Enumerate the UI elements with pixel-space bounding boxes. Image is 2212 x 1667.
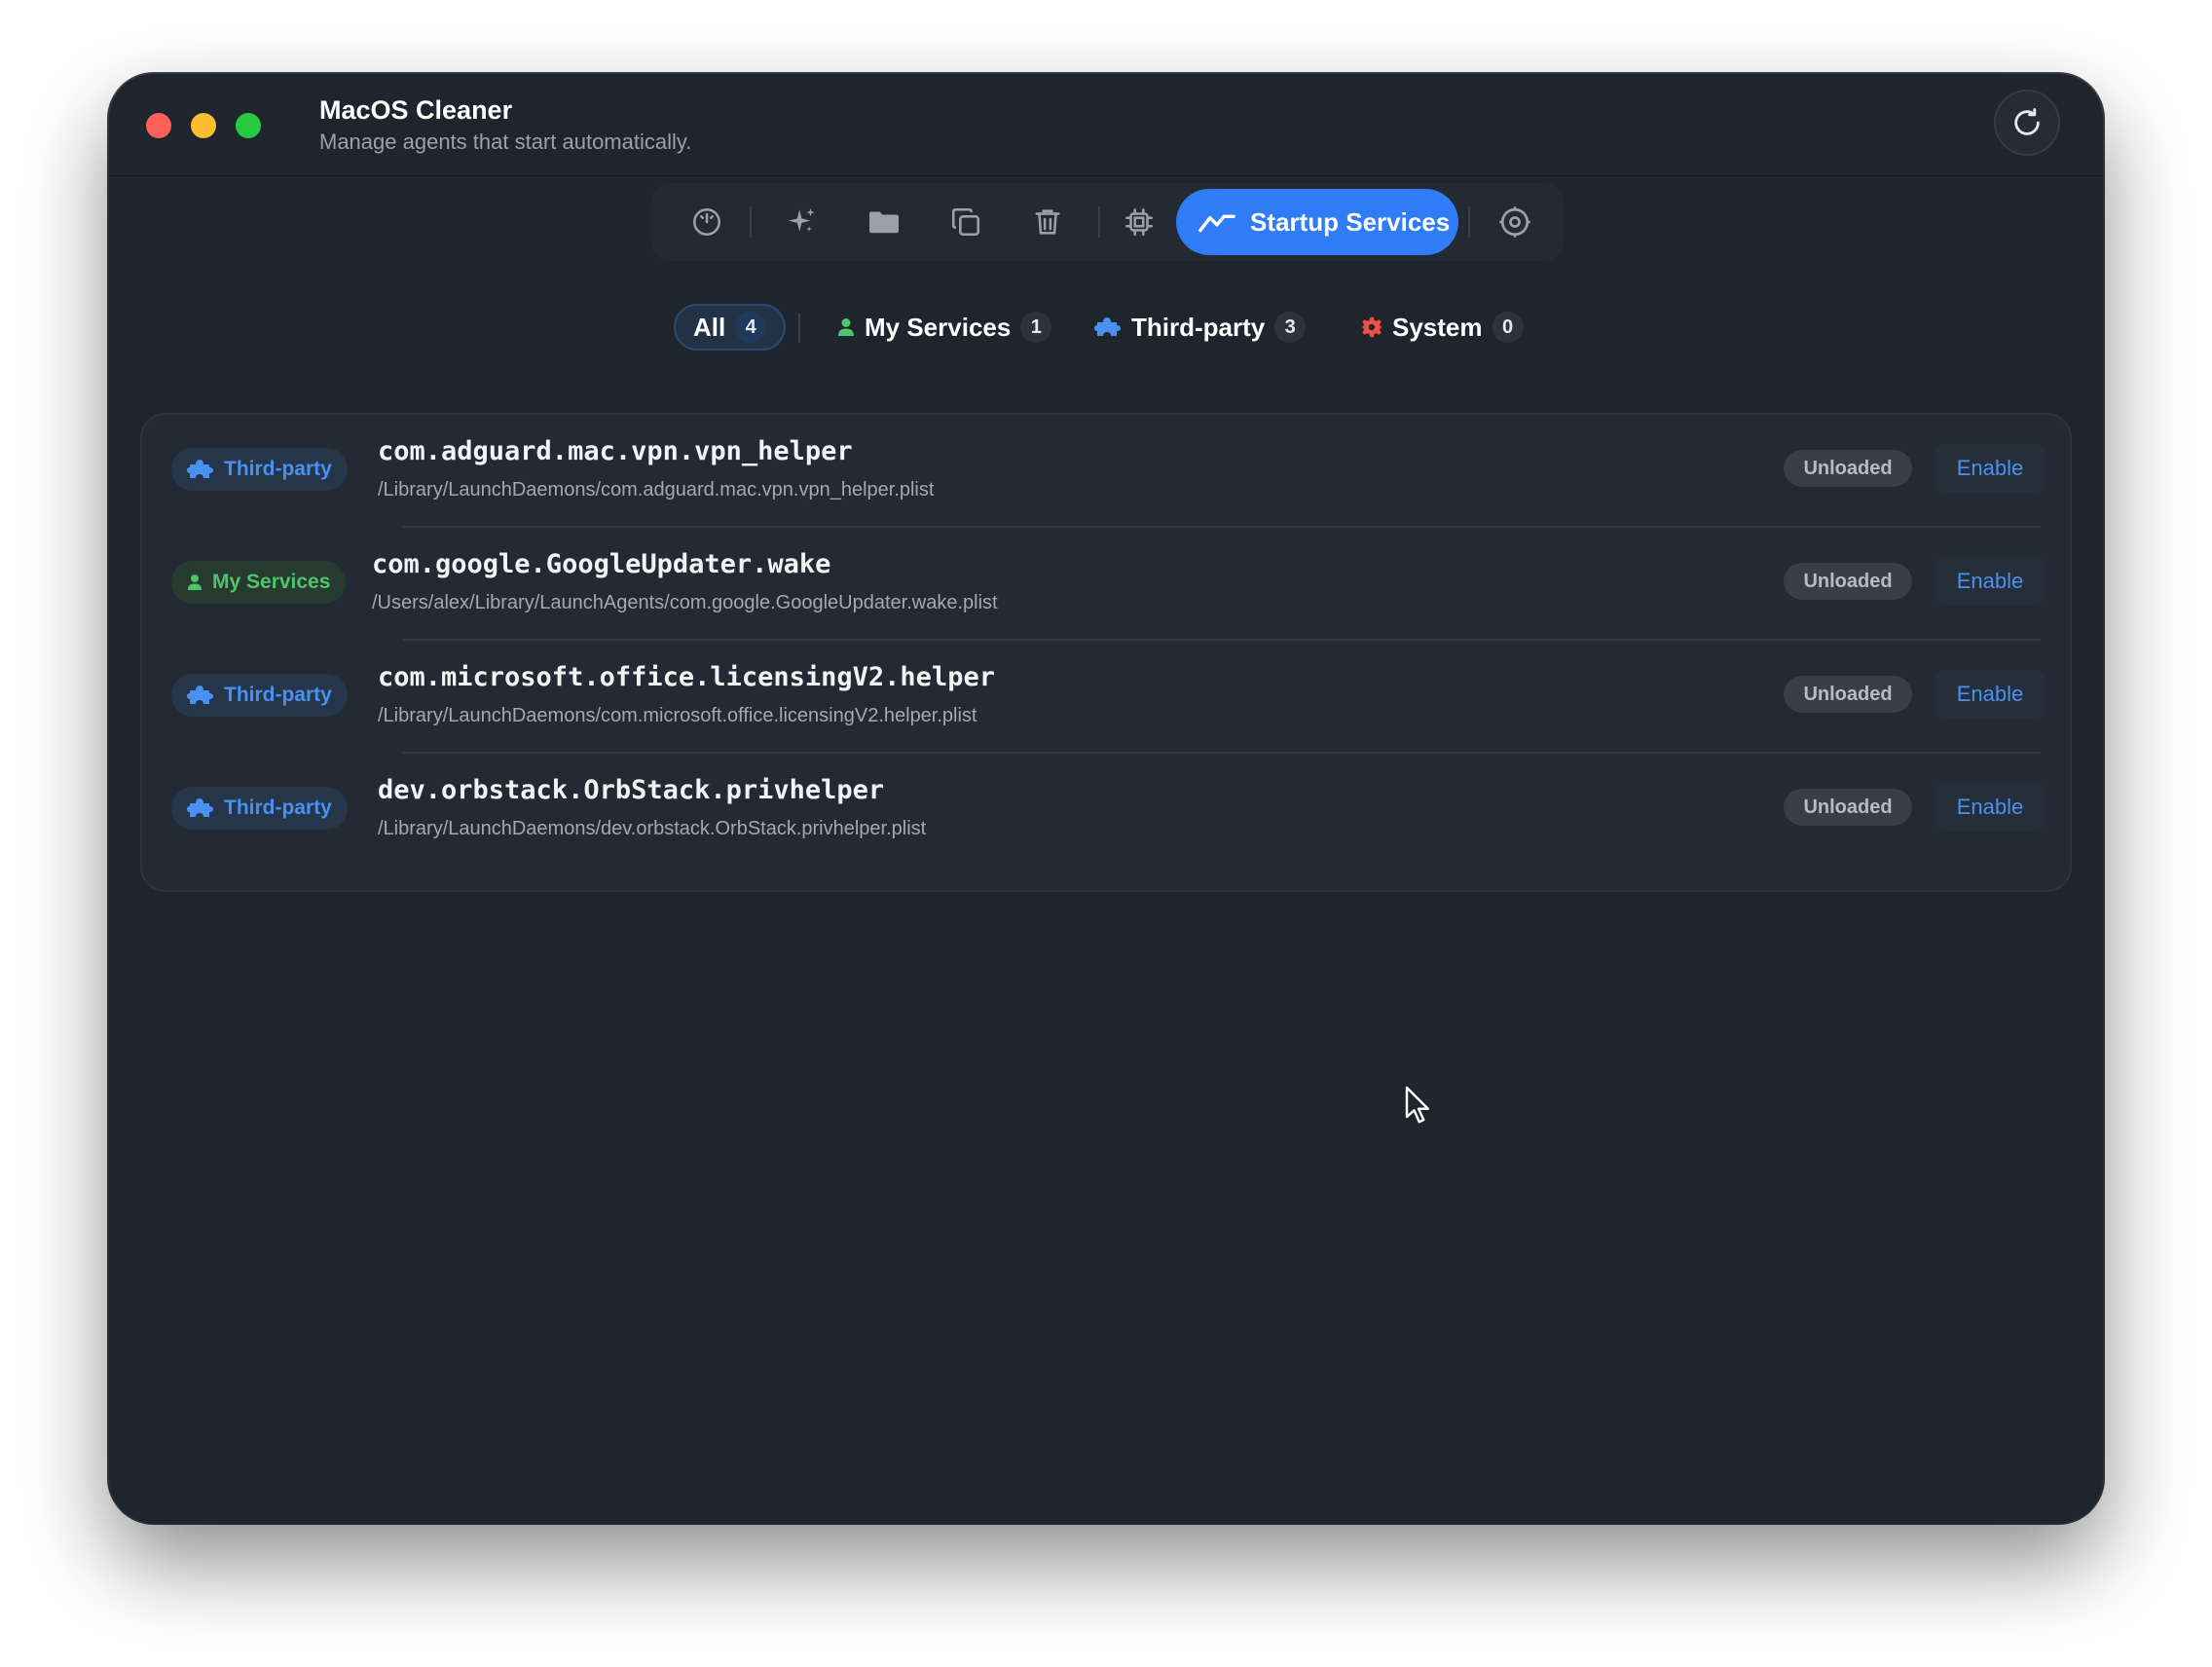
filter-system[interactable]: System 0 (1361, 304, 1524, 351)
service-name: com.google.GoogleUpdater.wake (372, 549, 831, 579)
puzzle-icon (187, 798, 213, 817)
status-badge: Unloaded (1784, 450, 1912, 487)
service-path: /Library/LaunchDaemons/com.adguard.mac.v… (378, 479, 935, 500)
status-badge: Unloaded (1784, 563, 1912, 600)
category-badge: Third-party (171, 448, 348, 491)
filter-label: My Services (865, 312, 1012, 342)
toolbar-item-settings[interactable] (1486, 193, 1544, 251)
service-path: /Library/LaunchDaemons/dev.orbstack.OrbS… (378, 818, 927, 839)
person-icon (187, 574, 203, 590)
toolbar-item-files[interactable] (855, 193, 913, 251)
toolbar-item-uninstaller[interactable] (1018, 193, 1077, 251)
waveform-icon (1198, 214, 1235, 233)
category-badge: Third-party (171, 787, 348, 830)
toolbar-separator (1468, 206, 1470, 238)
service-path: /Users/alex/Library/LaunchAgents/com.goo… (372, 592, 998, 613)
service-name: com.microsoft.office.licensingV2.helper (378, 662, 995, 692)
toolbar-active-label: Startup Services (1250, 206, 1451, 237)
service-path: /Library/LaunchDaemons/com.microsoft.off… (378, 705, 977, 726)
app-subtitle: Manage agents that start automatically. (319, 130, 692, 154)
toolbar-item-duplicates[interactable] (937, 193, 995, 251)
gear-icon (1499, 206, 1530, 238)
service-row: My Services com.google.GoogleUpdater.wak… (142, 528, 2070, 641)
enable-button[interactable]: Enable (1936, 444, 2045, 493)
filter-count: 0 (1492, 312, 1524, 343)
filter-separator (798, 314, 800, 343)
person-icon (838, 318, 854, 336)
services-list: Third-party com.adguard.mac.vpn.vpn_help… (140, 413, 2072, 892)
puzzle-icon (187, 460, 213, 478)
zoom-window-button[interactable] (236, 113, 261, 138)
puzzle-icon (1094, 317, 1121, 336)
category-label: My Services (212, 571, 331, 593)
toolbar-item-dashboard[interactable] (678, 193, 736, 251)
titlebar-divider (109, 175, 2103, 176)
service-row: Third-party com.adguard.mac.vpn.vpn_help… (142, 415, 2070, 528)
category-badge: Third-party (171, 674, 348, 717)
filter-bar: All 4 My Services 1 Third-party 3 System (109, 304, 2103, 354)
gauge-icon (692, 207, 721, 237)
category-badge: My Services (171, 561, 347, 604)
service-name: com.adguard.mac.vpn.vpn_helper (378, 436, 853, 466)
sparkles-icon (788, 207, 815, 232)
filter-my-services[interactable]: My Services 1 (837, 304, 1052, 351)
main-toolbar: Startup Services (650, 183, 1564, 261)
minimize-window-button[interactable] (191, 113, 216, 138)
folder-icon (869, 211, 899, 234)
refresh-icon (2014, 108, 2040, 135)
filter-label: Third-party (1131, 312, 1266, 342)
puzzle-icon (187, 685, 213, 704)
app-title: MacOS Cleaner (319, 95, 513, 125)
duplicate-icon (951, 207, 980, 237)
cpu-icon (1124, 207, 1154, 237)
category-label: Third-party (224, 458, 332, 480)
filter-third-party[interactable]: Third-party 3 (1094, 304, 1307, 351)
toolbar-separator (1098, 206, 1100, 238)
filter-count: 3 (1274, 312, 1307, 343)
toolbar-separator (750, 206, 752, 238)
filter-all[interactable]: All 4 (674, 304, 787, 351)
service-row: Third-party dev.orbstack.OrbStack.privhe… (142, 754, 2070, 867)
app-window: MacOS Cleaner Manage agents that start a… (109, 74, 2103, 1523)
close-window-button[interactable] (146, 113, 171, 138)
filter-count: 1 (1020, 312, 1052, 343)
toolbar-item-startup-services[interactable]: Startup Services (1176, 189, 1458, 255)
status-badge: Unloaded (1784, 676, 1912, 713)
filter-label: System (1392, 312, 1483, 342)
category-label: Third-party (224, 796, 332, 819)
mouse-cursor-icon (1405, 1086, 1429, 1124)
filter-count: 4 (735, 312, 767, 343)
service-name: dev.orbstack.OrbStack.privhelper (378, 775, 885, 805)
toolbar-item-smart-scan[interactable] (773, 193, 831, 251)
enable-button[interactable]: Enable (1936, 557, 2045, 606)
enable-button[interactable]: Enable (1936, 670, 2045, 719)
service-row: Third-party com.microsoft.office.licensi… (142, 641, 2070, 754)
refresh-button[interactable] (1994, 90, 2060, 156)
gear-icon (1361, 316, 1382, 338)
status-badge: Unloaded (1784, 789, 1912, 826)
toolbar-item-memory[interactable] (1110, 193, 1168, 251)
enable-button[interactable]: Enable (1936, 783, 2045, 832)
trash-icon (1035, 209, 1060, 235)
filter-label: All (693, 312, 726, 342)
category-label: Third-party (224, 684, 332, 706)
